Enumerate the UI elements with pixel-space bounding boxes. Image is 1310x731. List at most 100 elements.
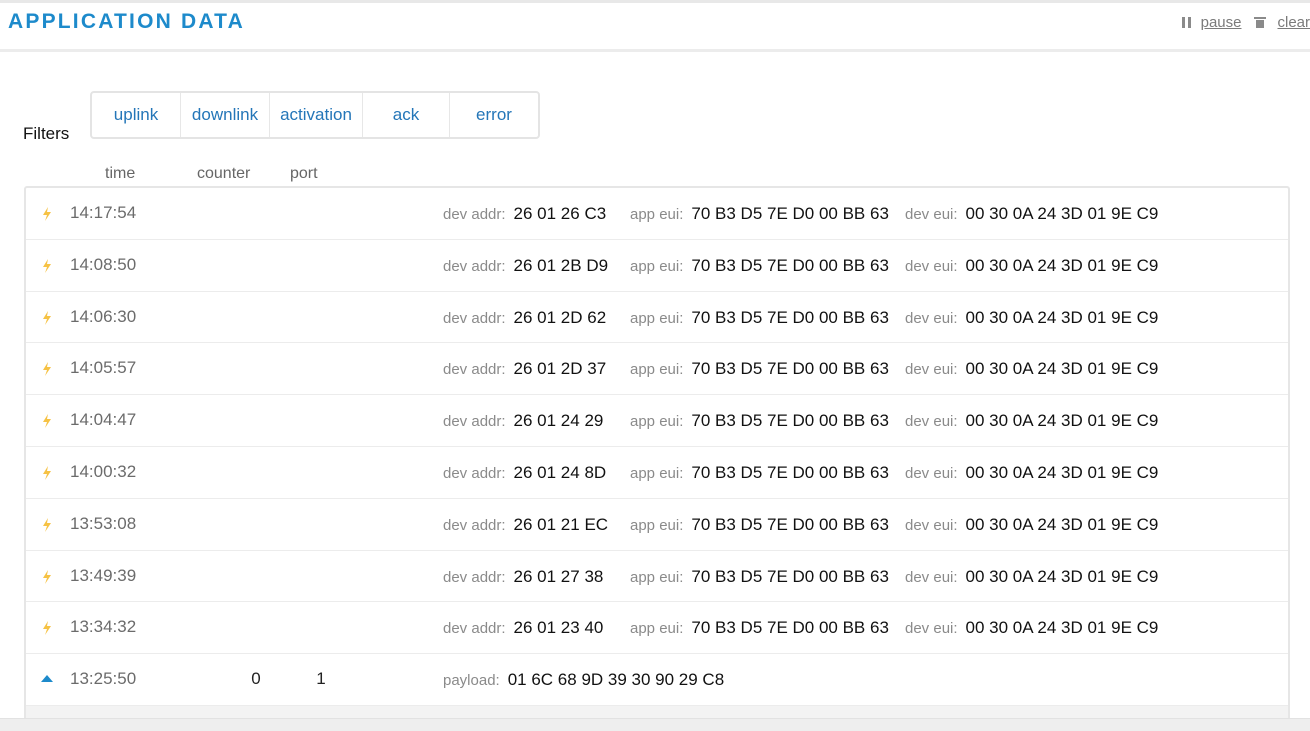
filters-label: Filters [23,124,70,143]
app-eui-label: app eui: [630,361,684,379]
app-eui-value: 70 B3 D5 7E D0 00 BB 63 [691,359,889,379]
dev-eui-label: dev eui: [905,206,958,223]
app-data-header: APPLICATION DATA pause clear [0,0,1310,52]
payload-field: payload: 01 6C 68 9D 39 30 90 29 C8 [443,670,724,690]
row-port: 1 [316,669,326,689]
dev-eui-field: dev eui: 00 30 0A 24 3D 01 9E C9 [905,515,1158,535]
dev-addr-field: dev addr: 26 01 24 8D [443,463,606,483]
column-header-time: time [105,165,136,182]
dev-eui-label: dev eui: [905,361,958,379]
row-time: 14:05:57 [70,358,137,378]
dev-addr-label: dev addr: [443,413,506,431]
dev-eui-field: dev eui: 00 30 0A 24 3D 01 9E C9 [905,256,1158,276]
dev-addr-value: 26 01 2D 37 [513,359,607,379]
app-eui-label: app eui: [630,620,684,638]
dev-eui-label: dev eui: [905,257,958,275]
dev-addr-value: 26 01 24 29 [513,411,604,431]
filter-uplink-button[interactable]: uplink [92,93,181,137]
dev-addr-field: dev addr: 26 01 26 C3 [443,204,606,224]
table-row[interactable]: 14:05:57 dev addr: 26 01 2D 37 app eui: 70 B… [26,343,1288,396]
dev-eui-value: 00 30 0A 24 3D 01 9E C9 [965,618,1159,638]
dev-addr-field: dev addr: 26 01 24 29 [443,411,603,431]
dev-eui-label: dev eui: [905,620,958,638]
dev-addr-field: dev addr: 26 01 2D 37 [443,359,606,379]
lightning-icon [43,207,51,221]
dev-addr-field: dev addr: 26 01 27 38 [443,567,603,587]
dev-addr-label: dev addr: [443,516,506,534]
filter-downlink-button[interactable]: downlink [181,93,270,137]
app-eui-value: 70 B3 D5 7E D0 00 BB 63 [691,618,889,638]
row-time: 13:53:08 [70,513,137,533]
pause-label[interactable]: pause [1201,14,1242,31]
dev-addr-value: 26 01 21 EC [513,514,609,534]
dev-eui-value: 00 30 0A 24 3D 01 9E C9 [965,462,1159,482]
dev-eui-value: 00 30 0A 24 3D 01 9E C9 [965,204,1159,223]
trash-icon [1254,17,1267,28]
table-row[interactable]: 13:34:32 dev addr: 26 01 23 40 app eui: 70 B… [26,602,1288,655]
table-row[interactable]: 14:04:47 dev addr: 26 01 24 29 app eui: 70 B… [26,395,1288,447]
pause-icon [1181,17,1191,28]
table-row[interactable]: 13:53:08 dev addr: 26 01 21 EC app eui: 70 B… [26,499,1288,551]
dev-addr-label: dev addr: [443,257,506,275]
dev-addr-label: dev addr: [443,464,506,482]
dev-addr-field: dev addr: 26 01 21 EC [443,515,608,535]
app-eui-value: 70 B3 D5 7E D0 00 BB 63 [691,462,889,482]
data-table: 14:17:54 dev addr: 26 01 26 C3 app eui: 70 B… [24,186,1290,730]
dev-eui-field: dev eui: 00 30 0A 24 3D 01 9E C9 [905,567,1158,587]
lightning-icon [43,258,51,273]
table-row[interactable]: 13:49:39 dev addr: 26 01 27 38 app eui: 70 B… [26,551,1288,603]
app-eui-field: app eui: 70 B3 D5 7E D0 00 BB 63 [630,256,889,276]
app-eui-value: 70 B3 D5 7E D0 00 BB 63 [691,204,889,223]
dev-addr-label: dev addr: [443,206,506,223]
dev-addr-label: dev addr: [443,361,506,379]
dev-eui-label: dev eui: [905,413,958,431]
header-actions: pause clear [1168,14,1310,31]
filter-ack-button[interactable]: ack [363,93,450,137]
filter-error-button[interactable]: error [450,93,538,137]
dev-eui-value: 00 30 0A 24 3D 01 9E C9 [965,514,1159,534]
row-time: 14:17:54 [70,203,137,222]
page-title: APPLICATION DATA [8,10,246,33]
dev-addr-label: dev addr: [443,568,506,586]
column-headers: time counter port [0,165,400,185]
column-header-port: port [290,165,318,182]
row-counter: 0 [251,669,261,689]
dev-addr-field: dev addr: 26 01 2B D9 [443,256,608,276]
dev-eui-field: dev eui: 00 30 0A 24 3D 01 9E C9 [905,308,1158,328]
dev-addr-value: 26 01 2B D9 [513,255,609,275]
table-row[interactable]: 14:08:50 dev addr: 26 01 2B D9 app eui: 70 B… [26,240,1288,292]
app-eui-label: app eui: [630,206,684,223]
table-row[interactable]: 14:17:54 dev addr: 26 01 26 C3 app eui: 70 B… [26,188,1288,240]
payload-label: payload: [443,672,500,690]
dev-eui-field: dev eui: 00 30 0A 24 3D 01 9E C9 [905,359,1158,379]
app-eui-field: app eui: 70 B3 D5 7E D0 00 BB 63 [630,308,889,328]
table-row[interactable]: 14:06:30 dev addr: 26 01 2D 62 app eui: 70 B… [26,292,1288,344]
lightning-icon [43,569,51,584]
clear-button[interactable]: clear [1254,14,1310,31]
column-header-counter: counter [197,165,251,182]
app-eui-label: app eui: [630,257,684,275]
clear-label[interactable]: clear [1277,14,1310,31]
dev-addr-value: 26 01 26 C3 [513,204,607,223]
app-eui-value: 70 B3 D5 7E D0 00 BB 63 [691,255,889,275]
app-eui-label: app eui: [630,516,684,534]
app-eui-field: app eui: 70 B3 D5 7E D0 00 BB 63 [630,411,889,431]
app-eui-label: app eui: [630,568,684,586]
app-eui-field: app eui: 70 B3 D5 7E D0 00 BB 63 [630,359,889,379]
dev-addr-value: 26 01 2D 62 [513,307,607,327]
pause-button[interactable]: pause [1181,14,1242,31]
dev-eui-label: dev eui: [905,568,958,586]
lightning-icon [43,517,51,532]
row-time: 14:08:50 [70,254,137,274]
horizontal-scrollbar[interactable] [0,718,1310,731]
dev-addr-value: 26 01 23 40 [513,618,604,638]
filter-activation-button[interactable]: activation [270,93,363,137]
payload-value: 01 6C 68 9D 39 30 90 29 C8 [507,670,725,690]
app-eui-label: app eui: [630,464,684,482]
table-row[interactable]: 14:00:32 dev addr: 26 01 24 8D app eui: 70 B… [26,447,1288,499]
table-row[interactable]: 13:25:50 0 1 payload: 01 6C 68 9D 39 30 90 2… [26,654,1288,706]
dev-addr-field: dev addr: 26 01 2D 62 [443,308,606,328]
dev-eui-value: 00 30 0A 24 3D 01 9E C9 [965,411,1159,431]
dev-addr-label: dev addr: [443,620,506,638]
app-eui-field: app eui: 70 B3 D5 7E D0 00 BB 63 [630,204,889,224]
